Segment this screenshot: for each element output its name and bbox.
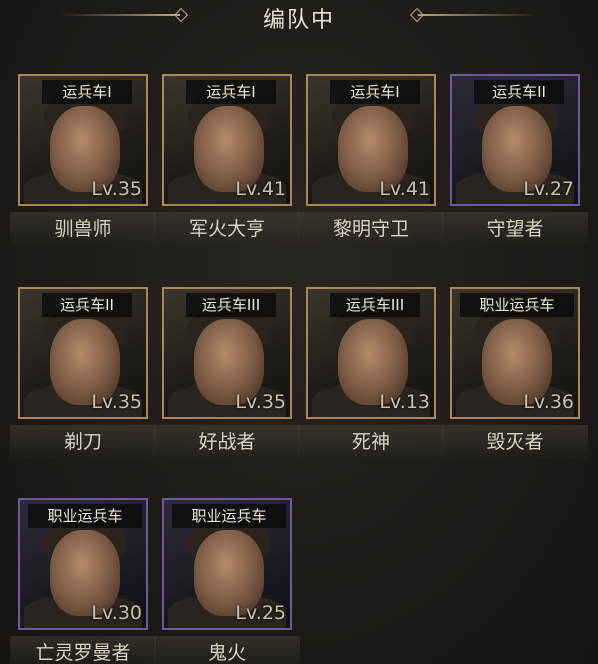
hero-name: 黎明守卫 (298, 212, 444, 246)
hero-level: Lv.35 (235, 391, 286, 413)
hero-card[interactable]: 运兵车I Lv.41 军火大亨 (154, 74, 302, 254)
hero-portrait: 职业运兵车 Lv.30 (18, 498, 148, 630)
hero-portrait: 运兵车I Lv.41 (162, 74, 292, 206)
vehicle-tag: 职业运兵车 (460, 293, 574, 317)
hero-level: Lv.35 (91, 178, 142, 200)
vehicle-tag: 运兵车III (186, 293, 276, 317)
vehicle-tag: 运兵车I (186, 80, 276, 104)
vehicle-tag: 运兵车I (330, 80, 420, 104)
hero-name: 军火大亨 (154, 212, 300, 246)
header-ornament-right (418, 14, 538, 16)
hero-card[interactable]: 职业运兵车 Lv.30 亡灵罗曼者 (10, 498, 158, 664)
hero-name: 毁灭者 (442, 425, 588, 459)
hero-name: 鬼火 (154, 636, 300, 664)
hero-level: Lv.36 (523, 391, 574, 413)
hero-card[interactable]: 运兵车III Lv.13 死神 (298, 287, 446, 467)
hero-portrait: 运兵车III Lv.13 (306, 287, 436, 419)
hero-level: Lv.30 (91, 602, 142, 624)
hero-name: 驯兽师 (10, 212, 156, 246)
hero-card[interactable]: 运兵车II Lv.27 守望者 (442, 74, 590, 254)
hero-portrait: 运兵车III Lv.35 (162, 287, 292, 419)
vehicle-tag: 职业运兵车 (172, 504, 286, 528)
panel-title: 编队中 (262, 8, 335, 33)
hero-card[interactable]: 运兵车II Lv.35 剃刀 (10, 287, 158, 467)
hero-portrait: 运兵车II Lv.35 (18, 287, 148, 419)
hero-level: Lv.41 (379, 178, 430, 200)
hero-level: Lv.25 (235, 602, 286, 624)
hero-name: 守望者 (442, 212, 588, 246)
hero-portrait: 运兵车II Lv.27 (450, 74, 580, 206)
hero-card[interactable]: 运兵车III Lv.35 好战者 (154, 287, 302, 467)
hero-card[interactable]: 运兵车I Lv.35 驯兽师 (10, 74, 158, 254)
hero-name: 剃刀 (10, 425, 156, 459)
hero-level: Lv.35 (91, 391, 142, 413)
hero-level: Lv.13 (379, 391, 430, 413)
hero-card[interactable]: 职业运兵车 Lv.25 鬼火 (154, 498, 302, 664)
panel-header: 编队中 (0, 0, 598, 34)
vehicle-tag: 运兵车II (474, 80, 564, 104)
hero-name: 死神 (298, 425, 444, 459)
vehicle-tag: 运兵车II (42, 293, 132, 317)
hero-level: Lv.41 (235, 178, 286, 200)
hero-portrait: 运兵车I Lv.41 (306, 74, 436, 206)
vehicle-tag: 职业运兵车 (28, 504, 142, 528)
hero-name: 好战者 (154, 425, 300, 459)
hero-portrait: 职业运兵车 Lv.36 (450, 287, 580, 419)
hero-portrait: 职业运兵车 Lv.25 (162, 498, 292, 630)
formation-panel: 编队中 运兵车I Lv.35 驯兽师 运兵车I Lv.41 军火大亨 运兵车I (0, 0, 598, 664)
hero-card[interactable]: 职业运兵车 Lv.36 毁灭者 (442, 287, 590, 467)
hero-card[interactable]: 运兵车I Lv.41 黎明守卫 (298, 74, 446, 254)
hero-level: Lv.27 (523, 178, 574, 200)
vehicle-tag: 运兵车I (42, 80, 132, 104)
vehicle-tag: 运兵车III (330, 293, 420, 317)
hero-portrait: 运兵车I Lv.35 (18, 74, 148, 206)
hero-name: 亡灵罗曼者 (10, 636, 156, 664)
